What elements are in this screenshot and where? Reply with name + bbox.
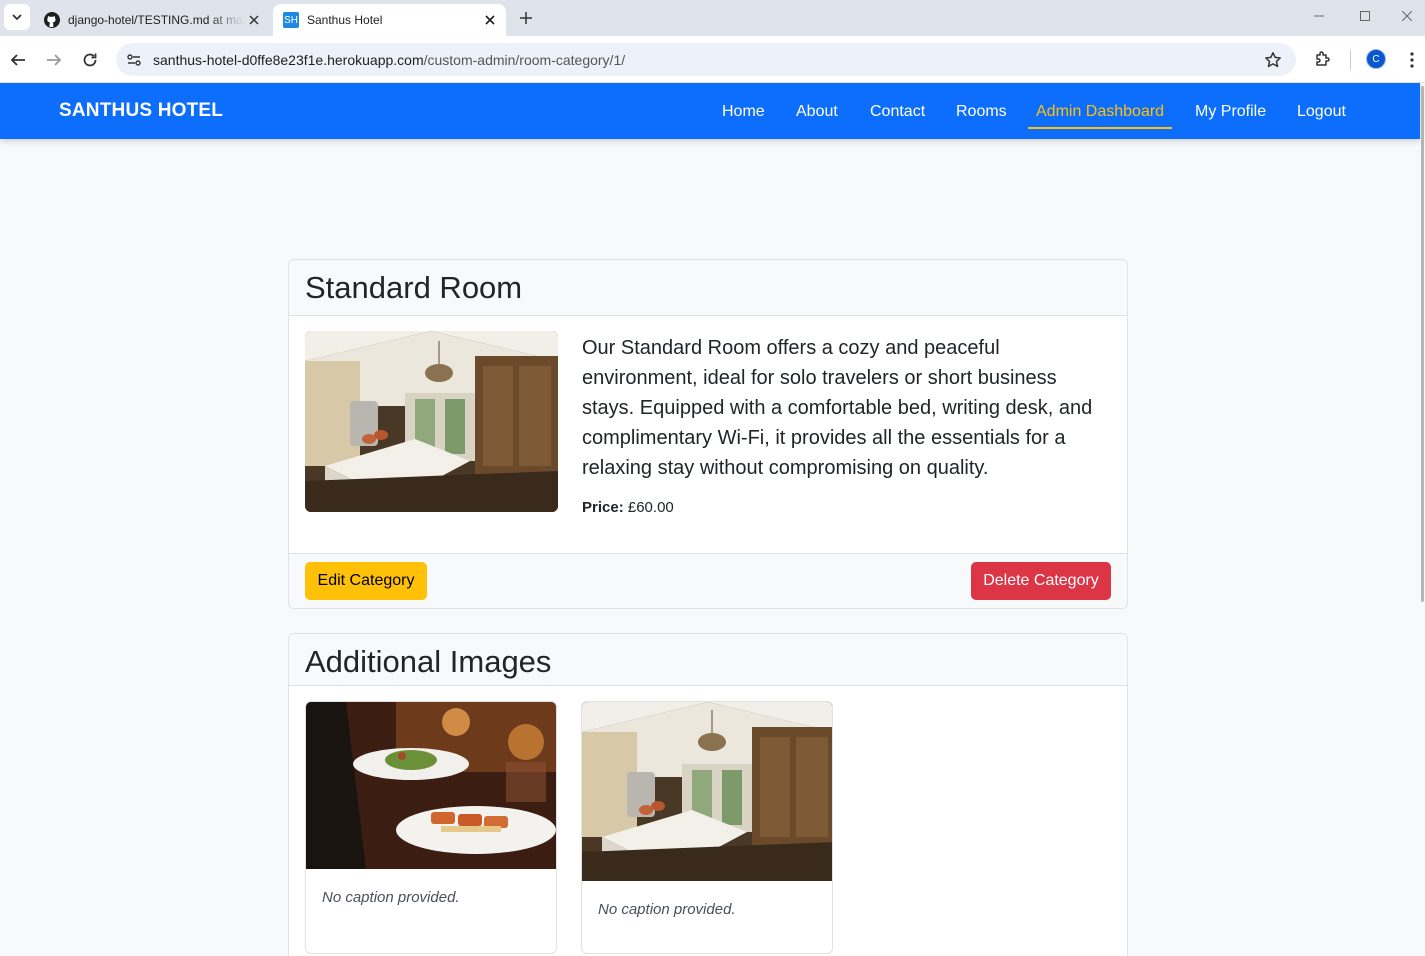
page-scrollbar[interactable] xyxy=(1420,83,1425,956)
image-caption: No caption provided. xyxy=(598,901,736,918)
room-card-header: Standard Room xyxy=(289,260,1127,316)
additional-image-card: No caption provided. xyxy=(581,701,833,954)
arrow-left-icon xyxy=(10,54,25,66)
browser-tab-santhus[interactable]: SH Santhus Hotel xyxy=(273,4,506,36)
room-main-image xyxy=(305,331,558,512)
active-nav-indicator xyxy=(1028,127,1172,129)
additional-image xyxy=(582,702,832,881)
minimize-icon xyxy=(1314,15,1324,17)
tab-title: Santhus Hotel xyxy=(307,13,383,27)
browser-menu-button[interactable] xyxy=(1400,48,1424,72)
close-tab-icon[interactable] xyxy=(244,10,264,30)
room-price: Price: £60.00 xyxy=(582,499,674,516)
github-icon xyxy=(44,12,60,28)
additional-images-header: Additional Images xyxy=(289,634,1127,686)
url-path: /custom-admin/room-category/1/ xyxy=(423,51,626,68)
window-close-button[interactable] xyxy=(1388,0,1425,32)
bedroom-photo xyxy=(305,331,558,512)
url-host: santhus-hotel-d0ffe8e23f1e.herokuapp.com xyxy=(153,51,424,68)
reload-icon xyxy=(83,53,97,67)
maximize-button[interactable] xyxy=(1342,0,1388,32)
price-value: £60.00 xyxy=(627,499,674,516)
sh-favicon-icon: SH xyxy=(283,12,299,28)
profile-avatar[interactable]: C xyxy=(1366,49,1386,69)
bookmark-star-icon[interactable] xyxy=(1262,49,1284,71)
room-description: Our Standard Room offers a cozy and peac… xyxy=(582,337,1093,479)
nav-link-admin-dashboard[interactable]: Admin Dashboard xyxy=(1036,103,1164,121)
delete-category-button[interactable]: Delete Category xyxy=(971,562,1111,600)
new-tab-button[interactable] xyxy=(514,6,538,30)
edit-category-button[interactable]: Edit Category xyxy=(305,562,427,600)
additional-image xyxy=(306,702,556,869)
forward-button[interactable] xyxy=(40,46,68,74)
back-button[interactable] xyxy=(4,46,32,74)
chevron-down-icon xyxy=(12,14,22,21)
toolbar-separator xyxy=(1350,50,1351,70)
additional-image-card: No caption provided. xyxy=(305,701,557,954)
nav-link-rooms[interactable]: Rooms xyxy=(956,103,1007,121)
additional-images-title: Additional Images xyxy=(305,644,552,679)
plus-icon xyxy=(520,12,532,24)
url-text: santhus-hotel-d0ffe8e23f1e.herokuapp.com… xyxy=(153,52,625,68)
nav-link-logout[interactable]: Logout xyxy=(1297,103,1346,121)
maximize-icon xyxy=(1360,11,1370,21)
scrollbar-thumb[interactable] xyxy=(1421,86,1424,602)
restaurant-plates-photo xyxy=(306,702,556,869)
room-title: Standard Room xyxy=(305,270,523,305)
close-icon xyxy=(1401,11,1412,21)
nav-link-my-profile[interactable]: My Profile xyxy=(1195,103,1266,121)
address-bar[interactable]: santhus-hotel-d0ffe8e23f1e.herokuapp.com… xyxy=(116,43,1296,76)
site-navbar: SANTHUS HOTEL Home About Contact Rooms A… xyxy=(0,83,1420,139)
site-info-icon[interactable] xyxy=(118,44,150,76)
tab-title: django-hotel/TESTING.md at main · Charit… xyxy=(68,13,244,27)
browser-toolbar: santhus-hotel-d0ffe8e23f1e.herokuapp.com… xyxy=(0,36,1425,83)
bedroom-photo xyxy=(582,702,832,881)
page-viewport: SANTHUS HOTEL Home About Contact Rooms A… xyxy=(0,83,1425,956)
tab-search-button[interactable] xyxy=(4,4,30,30)
room-card-footer: Edit Category Delete Category xyxy=(289,553,1127,608)
nav-link-about[interactable]: About xyxy=(796,103,838,121)
nav-link-home[interactable]: Home xyxy=(722,103,765,121)
price-label: Price: xyxy=(582,499,624,516)
site-brand[interactable]: SANTHUS HOTEL xyxy=(59,100,223,122)
extensions-button[interactable] xyxy=(1310,46,1336,72)
browser-tab-strip: django-hotel/TESTING.md at main · Charit… xyxy=(0,0,1425,36)
browser-tab-github[interactable]: django-hotel/TESTING.md at main · Charit… xyxy=(34,4,270,36)
image-caption: No caption provided. xyxy=(322,889,460,906)
minimize-button[interactable] xyxy=(1296,0,1342,32)
additional-images-card: Additional Images No caption provided. N… xyxy=(288,633,1128,956)
nav-link-contact[interactable]: Contact xyxy=(870,103,925,121)
room-category-card: Standard Room Our Standard Room offers a… xyxy=(288,259,1128,609)
puzzle-icon xyxy=(1316,51,1330,66)
close-tab-icon[interactable] xyxy=(480,10,500,30)
arrow-right-icon xyxy=(47,54,62,66)
reload-button[interactable] xyxy=(76,46,104,74)
kebab-menu-icon xyxy=(1410,52,1414,68)
